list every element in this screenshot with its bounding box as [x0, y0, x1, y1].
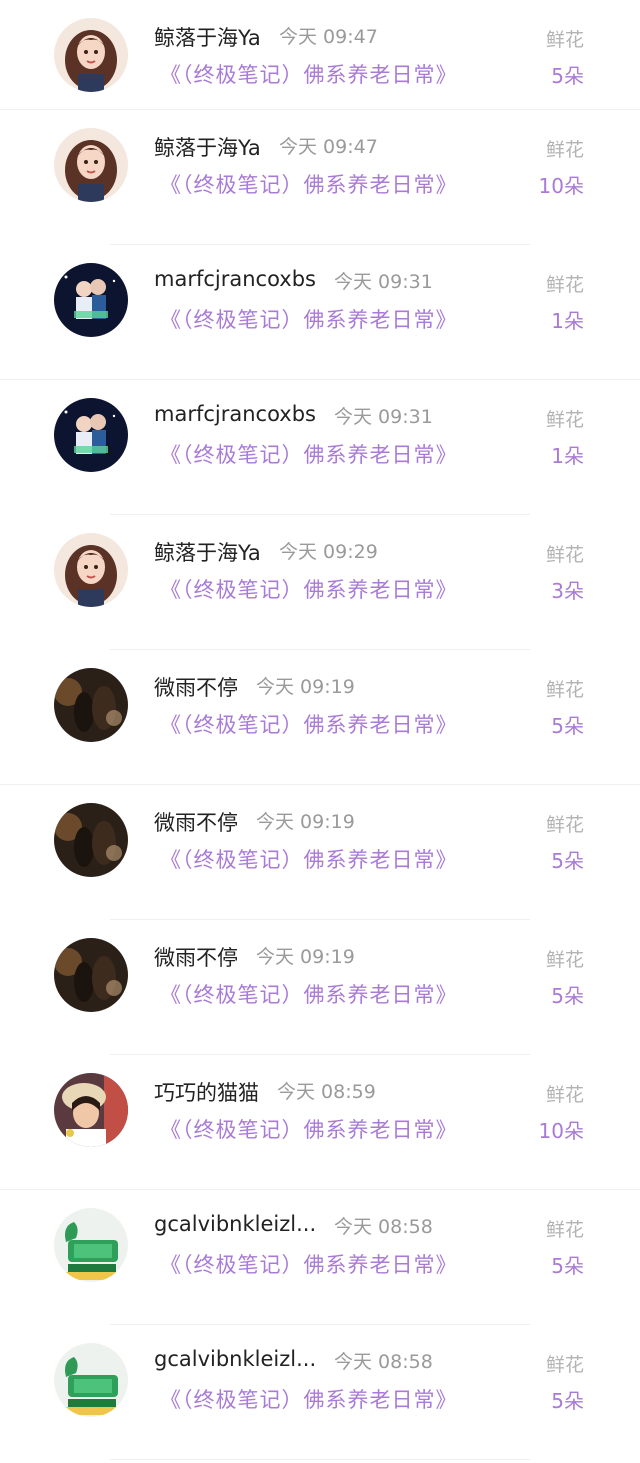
record-time: 今天 09:19 [256, 811, 355, 833]
record-time: 今天 09:19 [256, 946, 355, 968]
gift-record-row[interactable]: 微雨不停 今天 09:19 《（终极笔记）佛系养老日常》 鲜花 5朵 [0, 785, 640, 920]
dark-avatar-icon [54, 938, 128, 1012]
gift-record-row[interactable]: 鲸落于海Ya 今天 09:47 《（终极笔记）佛系养老日常》 鲜花 5朵 [0, 0, 640, 110]
user-name[interactable]: 微雨不停 [154, 942, 238, 972]
record-time: 今天 08:58 [334, 1216, 433, 1238]
jade-avatar-icon [54, 1343, 128, 1417]
gift-count: 5朵 [551, 1389, 584, 1413]
book-title[interactable]: 《（终极笔记）佛系养老日常》 [160, 1384, 458, 1414]
user-avatar[interactable] [54, 398, 128, 472]
user-name[interactable]: gcalvibnkleizl... [154, 1212, 316, 1236]
book-title[interactable]: 《（终极笔记）佛系养老日常》 [160, 169, 458, 199]
gift-count: 5朵 [551, 984, 584, 1008]
user-avatar[interactable] [54, 1073, 128, 1147]
gift-type: 鲜花 [545, 814, 584, 836]
gift-type: 鲜花 [545, 1354, 584, 1376]
dark-avatar-icon [54, 803, 128, 877]
gift-count: 5朵 [551, 714, 584, 738]
gift-type: 鲜花 [545, 274, 584, 296]
book-title[interactable]: 《（终极笔记）佛系养老日常》 [160, 574, 458, 604]
couple-avatar-icon [54, 398, 128, 472]
gift-record-row[interactable]: 鲸落于海Ya 今天 09:47 《（终极笔记）佛系养老日常》 鲜花 10朵 [0, 110, 640, 245]
gift-record-row[interactable]: 鲸落于海Ya 今天 09:29 《（终极笔记）佛系养老日常》 鲜花 3朵 [0, 515, 640, 650]
user-avatar[interactable] [54, 18, 128, 92]
row-divider [110, 1459, 530, 1460]
gift-type: 鲜花 [545, 1084, 584, 1106]
user-name[interactable]: 巧巧的猫猫 [154, 1077, 259, 1107]
gift-record-row[interactable]: 微雨不停 今天 09:19 《（终极笔记）佛系养老日常》 鲜花 5朵 [0, 920, 640, 1055]
gift-type: 鲜花 [545, 1219, 584, 1241]
user-name[interactable]: 鲸落于海Ya [154, 132, 261, 162]
jade-avatar-icon [54, 1208, 128, 1282]
book-title[interactable]: 《（终极笔记）佛系养老日常》 [160, 304, 458, 334]
gift-count: 10朵 [538, 174, 584, 198]
user-avatar[interactable] [54, 938, 128, 1012]
user-avatar[interactable] [54, 263, 128, 337]
book-title[interactable]: 《（终极笔记）佛系养老日常》 [160, 844, 458, 874]
gift-count: 1朵 [551, 309, 584, 333]
book-title[interactable]: 《（终极笔记）佛系养老日常》 [160, 709, 458, 739]
gift-record-row[interactable]: 微雨不停 今天 09:19 《（终极笔记）佛系养老日常》 鲜花 5朵 [0, 650, 640, 785]
book-title[interactable]: 《（终极笔记）佛系养老日常》 [160, 59, 458, 89]
book-title[interactable]: 《（终极笔记）佛系养老日常》 [160, 439, 458, 469]
user-name[interactable]: 微雨不停 [154, 672, 238, 702]
record-time: 今天 09:31 [334, 271, 433, 293]
user-name[interactable]: 鲸落于海Ya [154, 22, 261, 52]
girl-avatar-icon [54, 18, 128, 92]
record-time: 今天 09:19 [256, 676, 355, 698]
gift-count: 10朵 [538, 1119, 584, 1143]
couple-avatar-icon [54, 263, 128, 337]
gift-type: 鲜花 [545, 29, 584, 51]
girl-avatar-icon [54, 128, 128, 202]
gift-type: 鲜花 [545, 949, 584, 971]
user-name[interactable]: 鲸落于海Ya [154, 537, 261, 567]
gift-type: 鲜花 [545, 409, 584, 431]
user-avatar[interactable] [54, 1343, 128, 1417]
record-time: 今天 08:59 [277, 1081, 376, 1103]
user-name[interactable]: 微雨不停 [154, 807, 238, 837]
record-time: 今天 09:31 [334, 406, 433, 428]
book-title[interactable]: 《（终极笔记）佛系养老日常》 [160, 1114, 458, 1144]
gift-record-row[interactable]: marfcjrancoxbs 今天 09:31 《（终极笔记）佛系养老日常》 鲜花 1朵 [0, 380, 640, 515]
user-avatar[interactable] [54, 803, 128, 877]
woman-avatar-icon [54, 1073, 128, 1147]
gift-count: 3朵 [551, 579, 584, 603]
dark-avatar-icon [54, 668, 128, 742]
record-time: 今天 09:47 [279, 26, 378, 48]
user-name[interactable]: gcalvibnkleizl... [154, 1347, 316, 1371]
gift-count: 5朵 [551, 849, 584, 873]
gift-record-row[interactable]: gcalvibnkleizl... 今天 08:58 《（终极笔记）佛系养老日常》 鲜… [0, 1325, 640, 1460]
user-avatar[interactable] [54, 668, 128, 742]
gift-record-row[interactable]: gcalvibnkleizl... 今天 08:58 《（终极笔记）佛系养老日常》 鲜… [0, 1190, 640, 1325]
gift-record-row[interactable]: 巧巧的猫猫 今天 08:59 《（终极笔记）佛系养老日常》 鲜花 10朵 [0, 1055, 640, 1190]
record-time: 今天 08:58 [334, 1351, 433, 1373]
gift-record-list: 鲸落于海Ya 今天 09:47 《（终极笔记）佛系养老日常》 鲜花 5朵 鲸落于海Ya 今天… [0, 0, 640, 1460]
gift-type: 鲜花 [545, 139, 584, 161]
gift-count: 1朵 [551, 444, 584, 468]
gift-type: 鲜花 [545, 679, 584, 701]
book-title[interactable]: 《（终极笔记）佛系养老日常》 [160, 979, 458, 1009]
record-time: 今天 09:29 [279, 541, 378, 563]
user-avatar[interactable] [54, 533, 128, 607]
user-name[interactable]: marfcjrancoxbs [154, 267, 316, 291]
record-time: 今天 09:47 [279, 136, 378, 158]
gift-count: 5朵 [551, 1254, 584, 1278]
user-avatar[interactable] [54, 1208, 128, 1282]
gift-type: 鲜花 [545, 544, 584, 566]
book-title[interactable]: 《（终极笔记）佛系养老日常》 [160, 1249, 458, 1279]
gift-record-row[interactable]: marfcjrancoxbs 今天 09:31 《（终极笔记）佛系养老日常》 鲜花 1朵 [0, 245, 640, 380]
user-avatar[interactable] [54, 128, 128, 202]
user-name[interactable]: marfcjrancoxbs [154, 402, 316, 426]
gift-count: 5朵 [551, 64, 584, 88]
girl-avatar-icon [54, 533, 128, 607]
